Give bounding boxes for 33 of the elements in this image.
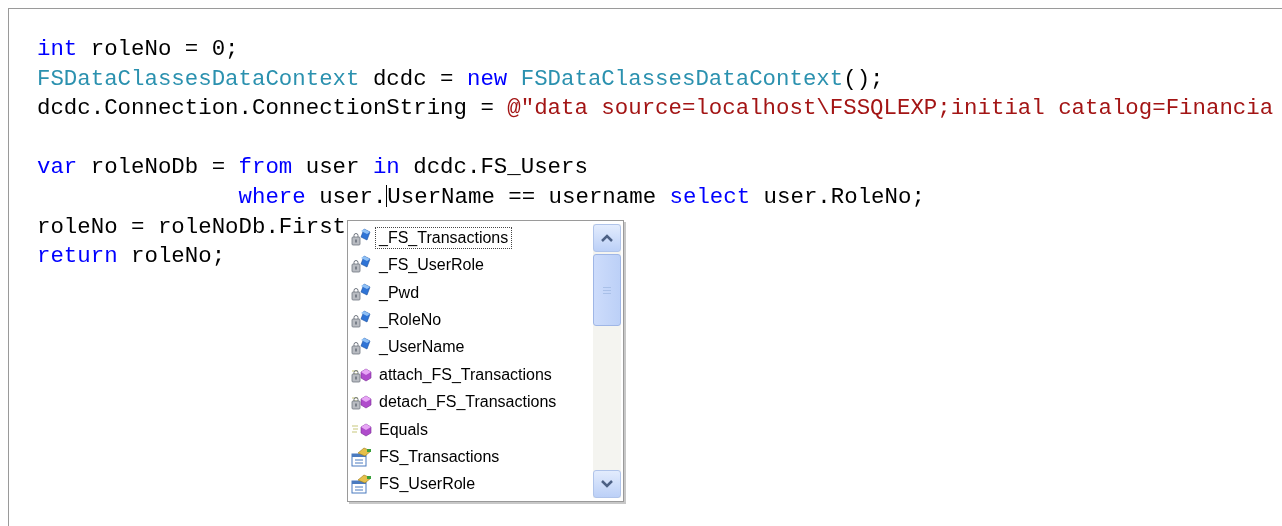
completion-item[interactable]: _Pwd (375, 281, 424, 304)
scrollbar[interactable] (593, 224, 621, 498)
lock-field-icon (351, 255, 372, 276)
code-line: int roleNo = 0; (37, 36, 239, 62)
lock-field-icon (351, 227, 372, 248)
scroll-thumb[interactable] (593, 254, 621, 326)
completion-item[interactable]: attach_FS_Transactions (375, 363, 556, 386)
completion-item[interactable]: FS_Transactions (375, 445, 504, 468)
completion-item[interactable]: _FS_UserRole (375, 254, 488, 277)
code-editor[interactable] (8, 8, 1282, 526)
lock-field-icon (351, 309, 372, 330)
completion-item[interactable]: FS_UserRole (375, 473, 480, 496)
code-line: where user.UserName == username select user.RoleNo; (238, 183, 925, 210)
completion-item[interactable]: _FS_Transactions (375, 226, 513, 249)
completion-item[interactable]: detach_FS_Transactions (375, 391, 561, 414)
code-line: FSDataClassesDataContext dcdc = new FSDataClassesDataContext(); (37, 65, 884, 92)
property-icon (351, 446, 372, 467)
property-icon (351, 474, 372, 495)
code-line: var roleNoDb = from user in dcdc.FS_Users (37, 154, 588, 181)
code-line: roleNo = roleNoDb.First (37, 213, 347, 240)
chevron-down-icon (600, 479, 614, 489)
code-line: return roleNo; (37, 243, 226, 270)
grip-icon (602, 285, 612, 295)
lock-field-icon (351, 337, 372, 358)
text-caret (386, 184, 388, 207)
code-line: dcdc.Connection.ConnectionString = @"data source=localhost\FSSQLEXP;initial catalog=Financia (37, 95, 1274, 122)
chevron-up-icon (600, 233, 614, 243)
completion-item[interactable]: _RoleNo (375, 308, 446, 331)
completion-item[interactable]: Equals (375, 418, 432, 441)
scroll-down-button[interactable] (593, 470, 621, 498)
completion-item[interactable]: _UserName (375, 336, 469, 359)
scroll-up-button[interactable] (593, 224, 621, 252)
lock-field-icon (351, 282, 372, 303)
